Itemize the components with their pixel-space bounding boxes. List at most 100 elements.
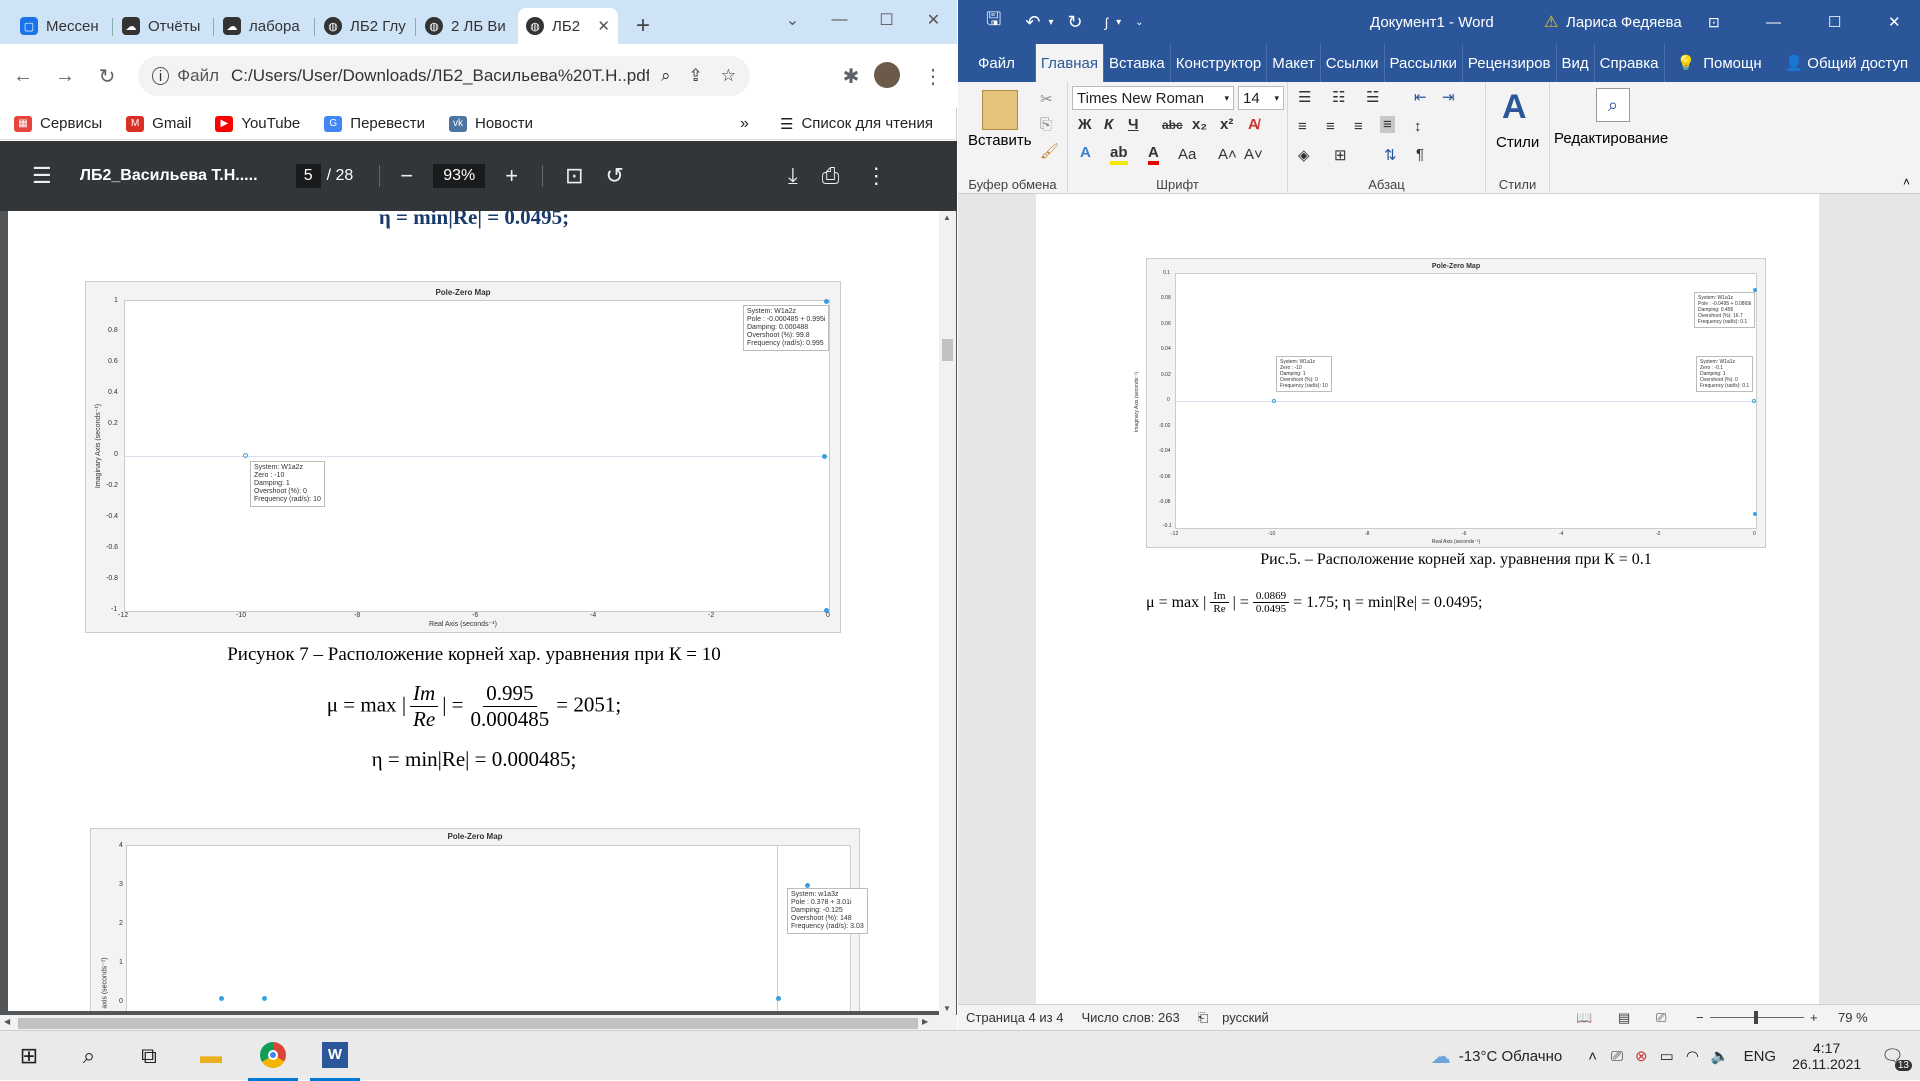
web-layout-icon[interactable]: ⎚ bbox=[1656, 1010, 1666, 1026]
font-name-dropdown[interactable]: Times New Roman ▾ bbox=[1072, 86, 1234, 110]
bullets-icon[interactable]: ☰ bbox=[1298, 88, 1311, 106]
info-icon[interactable]: i bbox=[152, 67, 170, 85]
tab-references[interactable]: Ссылки bbox=[1321, 44, 1385, 82]
align-center-icon[interactable]: ≡ bbox=[1326, 118, 1335, 135]
bookmark-translate[interactable]: G Перевести bbox=[324, 115, 425, 132]
redo-icon[interactable]: ↻ bbox=[1067, 12, 1082, 33]
address-url[interactable]: C:/Users/User/Downloads/ЛБ2_Васильева%20… bbox=[231, 66, 649, 86]
sort-icon[interactable]: ⇅ bbox=[1384, 146, 1397, 164]
collapse-ribbon-icon[interactable]: ˄ bbox=[1903, 175, 1910, 189]
increase-indent-icon[interactable]: ⇥ bbox=[1442, 88, 1455, 106]
bookmark-services[interactable]: ▦ Сервисы bbox=[14, 115, 102, 132]
weather-text[interactable]: -13°C Облачно bbox=[1459, 1048, 1562, 1065]
grow-font-icon[interactable]: A˄ bbox=[1218, 146, 1237, 163]
subscript-icon[interactable]: x₂ bbox=[1192, 116, 1207, 133]
wifi-icon[interactable]: ◠ bbox=[1686, 1047, 1699, 1065]
user-name[interactable]: Лариса Федяева bbox=[1566, 14, 1682, 31]
bold-icon[interactable]: Ж bbox=[1078, 116, 1092, 133]
font-color-icon[interactable]: A bbox=[1148, 144, 1159, 165]
shrink-font-icon[interactable]: A˅ bbox=[1244, 146, 1263, 163]
proofing-icon[interactable]: ⎗ bbox=[1198, 1010, 1208, 1026]
multilevel-list-icon[interactable]: ☱ bbox=[1366, 88, 1379, 106]
copy-icon[interactable]: ⎘ bbox=[1040, 116, 1052, 133]
weather-icon[interactable]: ☁ bbox=[1431, 1044, 1451, 1069]
zoom-out-icon[interactable]: − bbox=[1696, 1010, 1704, 1025]
tab-home[interactable]: Главная bbox=[1035, 44, 1104, 82]
file-explorer-icon[interactable]: ▬ bbox=[186, 1031, 236, 1081]
tab-design[interactable]: Конструктор bbox=[1171, 44, 1268, 82]
save-icon[interactable]: 🖫 bbox=[986, 7, 1001, 37]
extensions-icon[interactable]: ✱ bbox=[832, 57, 870, 95]
tab-lab[interactable]: ☁ лабора bbox=[215, 8, 313, 44]
zoom-icon[interactable]: ⌕ bbox=[661, 66, 671, 86]
scroll-right-icon[interactable]: ▶ bbox=[922, 1017, 928, 1026]
download-icon[interactable]: ⤓ bbox=[788, 163, 798, 189]
chrome-icon[interactable] bbox=[248, 1031, 298, 1081]
address-bar[interactable]: i Файл C:/Users/User/Downloads/ЛБ2_Васил… bbox=[138, 56, 750, 96]
share-button[interactable]: 👤 Общий доступ bbox=[1767, 44, 1913, 82]
hscroll-thumb[interactable] bbox=[18, 1018, 918, 1029]
scroll-left-icon[interactable]: ◀ bbox=[4, 1017, 10, 1026]
new-tab-button[interactable]: + bbox=[628, 8, 668, 44]
formula-icon[interactable]: ∫ bbox=[1105, 15, 1109, 30]
status-language[interactable]: русский bbox=[1222, 1010, 1269, 1025]
tab-lb2-glu[interactable]: ◍ ЛБ2 Глу bbox=[316, 8, 414, 44]
change-case-icon[interactable]: Aa bbox=[1178, 146, 1196, 163]
zoom-out-icon[interactable]: − bbox=[400, 163, 413, 189]
styles-button[interactable]: Стили bbox=[1496, 134, 1539, 151]
paste-icon[interactable] bbox=[982, 90, 1018, 130]
pdf-viewport[interactable]: η = min|Re| = 0.0495; Pole-Zero Map Syst… bbox=[0, 211, 957, 1015]
tab-view[interactable]: Вид bbox=[1557, 44, 1595, 82]
zoom-in-icon[interactable]: + bbox=[1810, 1010, 1818, 1025]
tell-me-button[interactable]: 💡 Помощн bbox=[1665, 44, 1767, 82]
network-error-icon[interactable]: ⊗ bbox=[1635, 1047, 1648, 1065]
numbering-icon[interactable]: ☷ bbox=[1332, 88, 1345, 106]
reading-list-button[interactable]: ☰ Список для чтения bbox=[780, 115, 933, 133]
bookmarks-more-button[interactable]: » bbox=[740, 115, 749, 133]
task-view-icon[interactable]: ⧉ bbox=[124, 1031, 174, 1081]
font-size-dropdown[interactable]: 14 ▾ bbox=[1238, 86, 1284, 110]
tab-mailings[interactable]: Рассылки bbox=[1385, 44, 1463, 82]
minimize-icon[interactable]: — bbox=[816, 0, 863, 40]
battery-icon[interactable]: ▭ bbox=[1660, 1047, 1674, 1065]
line-spacing-icon[interactable]: ↕ bbox=[1414, 118, 1422, 135]
back-icon[interactable]: ← bbox=[4, 57, 42, 95]
cut-icon[interactable]: ✂ bbox=[1040, 90, 1053, 108]
document-page[interactable]: Pole-Zero Map System: W1a1z Pole : -0.049… bbox=[1036, 194, 1819, 1004]
decrease-indent-icon[interactable]: ⇤ bbox=[1414, 88, 1427, 106]
maximize-icon[interactable]: ☐ bbox=[1828, 13, 1841, 31]
print-icon[interactable]: ⎙ bbox=[822, 163, 840, 189]
editing-button[interactable]: Редактирование bbox=[1554, 130, 1668, 147]
close-tab-icon[interactable]: ✕ bbox=[591, 17, 610, 35]
zoom-input[interactable]: 93% bbox=[433, 164, 486, 188]
underline-icon[interactable]: Ч bbox=[1128, 116, 1139, 133]
document-area[interactable]: Pole-Zero Map System: W1a1z Pole : -0.049… bbox=[958, 194, 1920, 1004]
clock[interactable]: 4:17 26.11.2021 bbox=[1792, 1040, 1861, 1072]
scroll-up-icon[interactable]: ▲ bbox=[943, 213, 951, 222]
strikethrough-icon[interactable]: abc bbox=[1162, 118, 1183, 132]
bookmark-youtube[interactable]: ▶ YouTube bbox=[215, 115, 300, 132]
ribbon-display-icon[interactable]: ⊡ bbox=[1708, 14, 1720, 31]
zoom-slider-thumb[interactable] bbox=[1754, 1011, 1758, 1024]
superscript-icon[interactable]: x² bbox=[1220, 116, 1233, 133]
tab-messenger[interactable]: ▢ Мессен bbox=[12, 8, 112, 44]
bookmark-gmail[interactable]: M Gmail bbox=[126, 115, 191, 132]
format-painter-icon[interactable]: 🖌 bbox=[1040, 142, 1059, 160]
tab-layout[interactable]: Макет bbox=[1267, 44, 1321, 82]
read-mode-icon[interactable]: 📖 bbox=[1576, 1010, 1592, 1026]
close-icon[interactable]: ✕ bbox=[1888, 13, 1901, 31]
tab-insert[interactable]: Вставка bbox=[1104, 44, 1171, 82]
clear-format-icon[interactable]: A̸ bbox=[1248, 116, 1259, 133]
zoom-level[interactable]: 79 % bbox=[1838, 1010, 1868, 1025]
qat-more-icon[interactable]: ▾ bbox=[1116, 17, 1121, 28]
align-left-icon[interactable]: ≡ bbox=[1298, 118, 1307, 135]
paste-button[interactable]: Вставить bbox=[968, 132, 1032, 149]
maximize-icon[interactable]: ☐ bbox=[863, 0, 910, 40]
bookmark-news[interactable]: vk Новости bbox=[448, 115, 533, 132]
zoom-in-icon[interactable]: + bbox=[505, 163, 518, 189]
shading-icon[interactable]: ◈ bbox=[1298, 146, 1310, 164]
undo-dropdown-icon[interactable]: ▾ bbox=[1048, 17, 1053, 28]
undo-icon[interactable]: ↶ bbox=[1025, 12, 1040, 33]
rotate-icon[interactable]: ↺ bbox=[606, 163, 624, 189]
chevron-up-icon[interactable]: ˄ bbox=[1588, 1048, 1597, 1065]
